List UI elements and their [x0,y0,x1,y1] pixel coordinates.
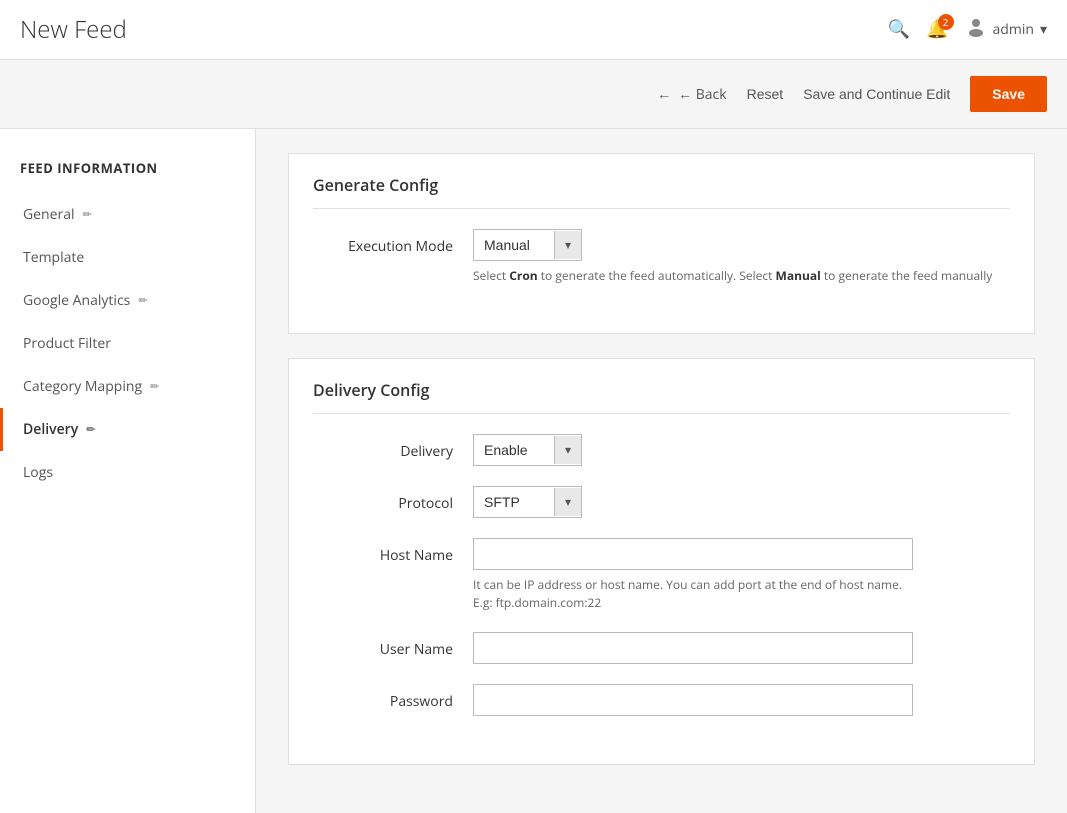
top-header: New Feed 🔍 🔔 2 admin ▾ [0,0,1067,60]
username-label: User Name [313,632,473,659]
password-label: Password [313,684,473,711]
generate-config-title: Generate Config [313,174,1010,209]
hostname-field: It can be IP address or host name. You c… [473,538,1010,612]
save-continue-label: Save and Continue Edit [803,86,950,102]
execution-mode-select-wrapper: Manual Cron ▾ [473,229,582,261]
sidebar-general-label: General [23,205,75,224]
hostname-row: Host Name It can be IP address or host n… [313,538,1010,612]
hostname-help: It can be IP address or host name. You c… [473,576,1010,612]
hostname-example: E.g: ftp.domain.com:22 [473,594,601,611]
action-bar: ← ← Back Reset Save and Continue Edit Sa… [0,60,1067,129]
protocol-dropdown-btn[interactable]: ▾ [554,488,581,516]
protocol-row: Protocol SFTP FTP ▾ [313,486,1010,518]
generate-config-section: Generate Config Execution Mode Manual Cr… [288,153,1035,334]
password-field [473,684,1010,716]
reset-label: Reset [747,86,784,102]
delivery-dropdown-btn[interactable]: ▾ [554,436,581,464]
search-button[interactable]: 🔍 [888,19,910,40]
header-actions: 🔍 🔔 2 admin ▾ [888,16,1047,43]
sidebar-product-filter-label: Product Filter [23,334,111,353]
password-row: Password [313,684,1010,716]
username-field [473,632,1010,664]
search-icon: 🔍 [888,19,910,40]
sidebar-logs-label: Logs [23,463,53,482]
delivery-config-title: Delivery Config [313,379,1010,414]
sidebar-item-template[interactable]: Template [0,236,255,279]
execution-mode-dropdown-btn[interactable]: ▾ [554,231,581,259]
user-dropdown-icon: ▾ [1040,20,1047,39]
execution-mode-field: Manual Cron ▾ Select Cron to generate th… [473,229,1010,285]
execution-mode-row: Execution Mode Manual Cron ▾ Select Cron… [313,229,1010,285]
username-row: User Name [313,632,1010,664]
sidebar-item-google-analytics[interactable]: Google Analytics ✏ [0,279,255,322]
edit-icon-delivery: ✏ [86,422,95,437]
password-input[interactable] [473,684,913,716]
reset-button[interactable]: Reset [747,86,784,102]
delivery-field: Enable Disable ▾ [473,434,1010,466]
sidebar-item-logs[interactable]: Logs [0,451,255,494]
protocol-select[interactable]: SFTP FTP [474,487,554,517]
delivery-select[interactable]: Enable Disable [474,435,554,465]
back-arrow-icon: ← [657,85,671,104]
protocol-label: Protocol [313,486,473,513]
delivery-row: Delivery Enable Disable ▾ [313,434,1010,466]
back-button[interactable]: ← ← Back [657,85,727,104]
execution-mode-select[interactable]: Manual Cron [474,230,554,260]
notification-badge: 2 [938,14,954,30]
sidebar-item-product-filter[interactable]: Product Filter [0,322,255,365]
delivery-config-section: Delivery Config Delivery Enable Disable … [288,358,1035,765]
save-button[interactable]: Save [970,76,1047,112]
page-title: New Feed [20,13,127,46]
sidebar-google-analytics-label: Google Analytics [23,291,130,310]
execution-mode-help: Select Cron to generate the feed automat… [473,267,1010,285]
execution-mode-label: Execution Mode [313,229,473,256]
sidebar-item-delivery[interactable]: Delivery ✏ [0,408,255,451]
protocol-select-wrapper: SFTP FTP ▾ [473,486,582,518]
sidebar-item-category-mapping[interactable]: Category Mapping ✏ [0,365,255,408]
save-continue-button[interactable]: Save and Continue Edit [803,86,950,102]
edit-icon-google-analytics: ✏ [138,293,147,308]
sidebar-item-general[interactable]: General ✏ [0,193,255,236]
delivery-label: Delivery [313,434,473,461]
edit-icon-category-mapping: ✏ [150,379,159,394]
hostname-input[interactable] [473,538,913,570]
content-area: Generate Config Execution Mode Manual Cr… [256,129,1067,813]
sidebar-template-label: Template [23,248,84,267]
hostname-label: Host Name [313,538,473,565]
protocol-field: SFTP FTP ▾ [473,486,1010,518]
username-input[interactable] [473,632,913,664]
user-avatar-icon [965,16,987,43]
edit-icon-general: ✏ [83,207,92,222]
user-name: admin [993,20,1034,39]
sidebar-category-mapping-label: Category Mapping [23,377,142,396]
sidebar-delivery-label: Delivery [23,420,78,439]
user-menu[interactable]: admin ▾ [965,16,1047,43]
notification-wrapper: 🔔 2 [926,19,948,40]
delivery-select-wrapper: Enable Disable ▾ [473,434,582,466]
sidebar: FEED INFORMATION General ✏ Template Goog… [0,129,256,813]
sidebar-heading: FEED INFORMATION [0,149,255,193]
main-layout: FEED INFORMATION General ✏ Template Goog… [0,129,1067,813]
